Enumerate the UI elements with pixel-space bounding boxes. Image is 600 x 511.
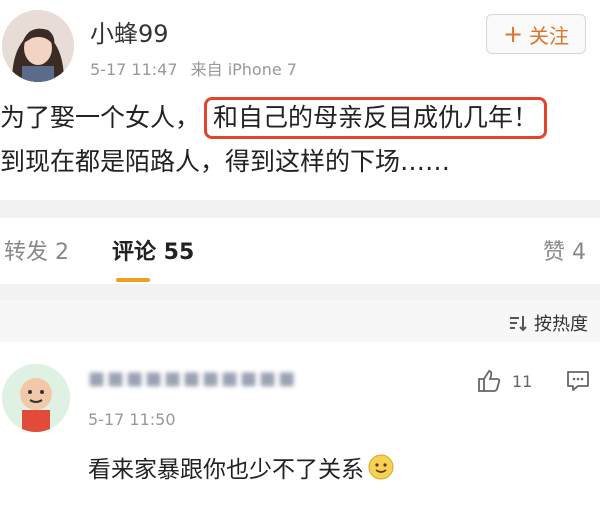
divider (0, 284, 600, 300)
weibo-post: 小蜂99 5-17 11:47 来自 iPhone 7 + 关注 为了娶一个女人… (0, 0, 600, 200)
comment-time: 5-17 11:50 (88, 410, 176, 429)
comment-like-button[interactable]: 11 (476, 368, 532, 394)
tab-repost[interactable]: 转发 2 (4, 234, 69, 266)
post-text-line-2: 到现在都是陌路人，得到这样的下场…… (0, 147, 451, 176)
post-time: 5-17 11:47 (90, 60, 178, 79)
tab-comments[interactable]: 评论 55 (112, 234, 194, 266)
plus-icon: + (502, 20, 524, 48)
tab-likes[interactable]: 赞 4 (543, 234, 586, 266)
commenter-avatar[interactable] (2, 364, 70, 432)
comment-text: 看来家暴跟你也少不了关系 (88, 450, 394, 484)
post-meta: 5-17 11:47 来自 iPhone 7 (90, 56, 305, 80)
avatar[interactable] (2, 10, 74, 82)
divider (0, 200, 600, 218)
smile-emoji-icon (368, 454, 394, 480)
thumbs-up-icon (478, 370, 501, 392)
post-tabs: 转发 2 评论 55 赞 4 (0, 218, 600, 284)
reply-icon[interactable] (566, 370, 590, 396)
post-source: 来自 iPhone 7 (190, 60, 297, 79)
sort-bar: 按热度 (0, 300, 600, 342)
comment-item: ■■■■■■■■■■■ 5-17 11:50 11 看来家暴跟你也少不了关系 (0, 342, 600, 511)
commenter-name-blurred[interactable]: ■■■■■■■■■■■ (88, 368, 297, 394)
username[interactable]: 小蜂99 (90, 14, 169, 49)
highlighted-text: 和自己的母亲反目成仇几年！ (204, 97, 548, 139)
comment-body: 看来家暴跟你也少不了关系 (88, 457, 364, 483)
sort-icon (510, 316, 527, 332)
sort-label: 按热度 (534, 314, 588, 335)
follow-button[interactable]: + 关注 (486, 14, 586, 54)
post-text-start: 为了娶一个女人， (0, 103, 201, 132)
follow-label: 关注 (529, 23, 570, 48)
active-tab-indicator (116, 278, 150, 282)
like-count: 11 (512, 371, 533, 391)
post-text-line-1: 为了娶一个女人， 和自己的母亲反目成仇几年！ (0, 96, 600, 140)
sort-by-hot-button[interactable]: 按热度 (508, 310, 588, 336)
post-text: 为了娶一个女人， 和自己的母亲反目成仇几年！ 到现在都是陌路人，得到这样的下场…… (0, 96, 600, 184)
